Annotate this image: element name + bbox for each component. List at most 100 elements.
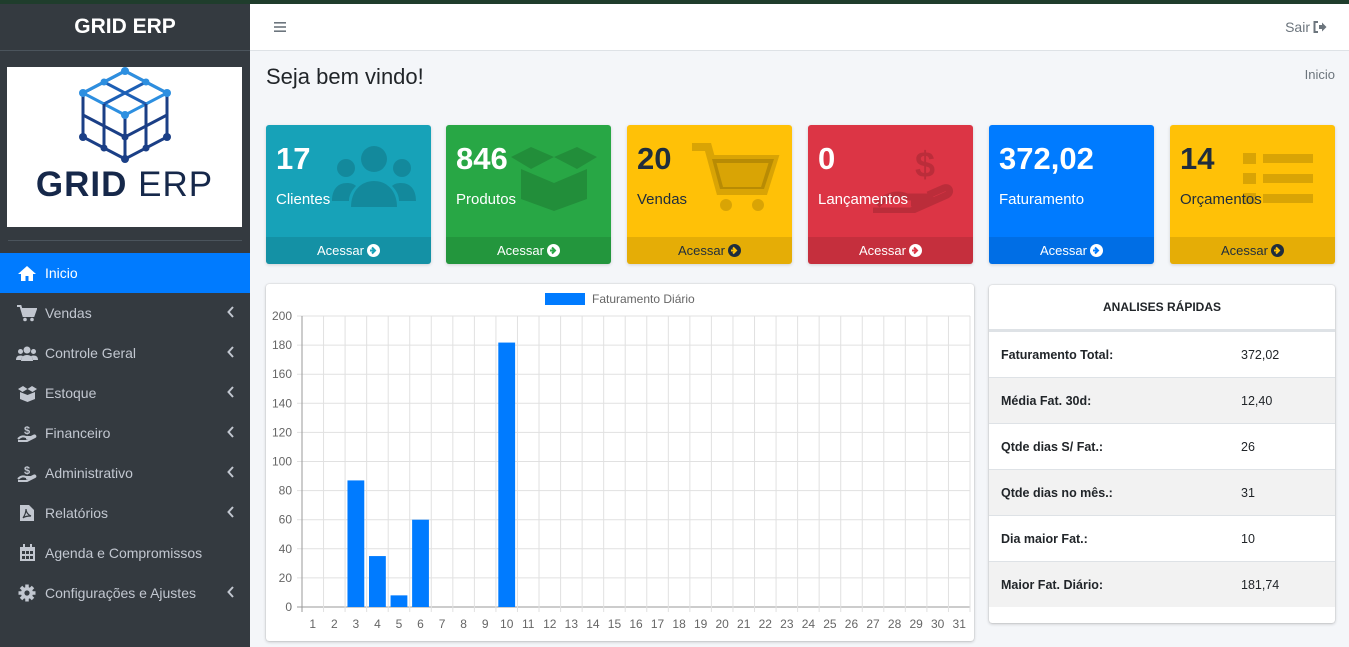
quick-analysis-value: 31: [1241, 485, 1255, 500]
stat-box-clientes: 17 Clientes Acessar: [266, 125, 431, 264]
stat-access-label: Acessar: [1221, 243, 1268, 258]
breadcrumb[interactable]: Inicio: [1305, 67, 1335, 82]
sidebar-item-configuracoes-e-ajustes[interactable]: Configurações e Ajustes: [0, 573, 250, 613]
sidebar-item-label: Administrativo: [45, 465, 133, 481]
x-tick-label: 30: [931, 617, 945, 631]
x-tick-label: 19: [694, 617, 708, 631]
chevron-left-icon[interactable]: [227, 346, 235, 358]
sidebar-item-inicio[interactable]: Inicio: [0, 253, 250, 293]
top-navbar: Sair: [250, 4, 1349, 51]
stat-access-link[interactable]: Acessar: [627, 237, 792, 264]
x-tick-label: 28: [888, 617, 902, 631]
chevron-left-icon[interactable]: [227, 426, 235, 438]
sidebar-item-estoque[interactable]: Estoque: [0, 373, 250, 413]
chevron-left-icon[interactable]: [227, 466, 235, 478]
main-content: Sair Seja bem vindo! Inicio 17 Clientes Ac…: [250, 4, 1349, 647]
quick-analysis-key: Faturamento Total:: [1001, 347, 1114, 362]
brand-title[interactable]: GRID ERP: [0, 4, 250, 51]
company-logo: GRID ERP: [7, 67, 242, 227]
chevron-left-icon[interactable]: [227, 386, 235, 398]
hamburger-menu-icon[interactable]: [274, 21, 286, 33]
quick-analysis-key: Qtde dias no mês.:: [1001, 485, 1113, 500]
y-tick-label: 60: [279, 513, 293, 527]
sidebar-item-label: Financeiro: [45, 425, 111, 441]
stat-box-produtos: 846 Produtos Acessar: [446, 125, 611, 264]
grid-cube-logo-icon: [78, 67, 171, 163]
legend-swatch: [545, 293, 585, 305]
quick-analysis-row: Qtde dias no mês.: 31: [989, 469, 1335, 515]
x-tick-label: 20: [716, 617, 730, 631]
bar-day-10: [498, 342, 516, 607]
stat-label: Clientes: [276, 191, 331, 208]
x-tick-label: 12: [543, 617, 557, 631]
sidebar-item-financeiro[interactable]: $ Financeiro: [0, 413, 250, 453]
stat-access-label: Acessar: [678, 243, 725, 258]
stat-value: 17: [276, 141, 311, 176]
x-tick-label: 10: [500, 617, 514, 631]
logout-button[interactable]: Sair: [1285, 19, 1327, 35]
stat-box-lancamentos: 0 Lançamentos $ Acessar: [808, 125, 973, 264]
x-tick-label: 6: [417, 617, 424, 631]
chevron-left-icon[interactable]: [227, 586, 235, 598]
daily-revenue-chart-card: 0 20 40 60 80 100 120 140 160 180 200 1 2 3 4 5 6 7 8 9 10 11…: [266, 284, 974, 641]
arrow-circle-right-icon: [1270, 244, 1284, 257]
daily-revenue-chart: 0204060801001201401601802001 2 3 4 5 6 7 8 9 10 11…: [272, 292, 971, 631]
x-tick-label: 7: [439, 617, 446, 631]
bar-day-4: [369, 556, 386, 607]
stat-value: 372,02: [999, 141, 1094, 176]
x-tick-label: 2: [331, 617, 338, 631]
x-tick-label: 9: [482, 617, 489, 631]
y-tick-label: 0: [285, 600, 292, 614]
stat-access-link[interactable]: Acessar: [446, 237, 611, 264]
stat-access-label: Acessar: [317, 243, 364, 258]
users-icon: [16, 344, 38, 362]
sidebar-item-label: Configurações e Ajustes: [45, 585, 196, 601]
stat-access-link[interactable]: Acessar: [989, 237, 1154, 264]
y-tick-label: 180: [272, 338, 292, 352]
y-tick-label: 80: [279, 484, 293, 498]
quick-analysis-key: Média Fat. 30d:: [1001, 393, 1092, 408]
sidebar-item-controle-geral[interactable]: Controle Geral: [0, 333, 250, 373]
x-tick-label: 25: [823, 617, 837, 631]
stat-value: 0: [818, 141, 836, 176]
chevron-left-icon[interactable]: [227, 506, 235, 518]
stat-label: Produtos: [456, 191, 517, 208]
y-tick-label: 20: [279, 571, 293, 585]
svg-text:$: $: [24, 465, 30, 477]
calendar-icon: [16, 544, 38, 562]
pdf-file-icon: [16, 504, 38, 522]
svg-text:$: $: [915, 144, 935, 185]
chevron-left-icon[interactable]: [227, 306, 235, 318]
stat-access-link[interactable]: Acessar: [808, 237, 973, 264]
x-tick-label: 11: [522, 617, 535, 631]
money-hand-icon: $: [16, 464, 38, 482]
quick-analysis-value: 181,74: [1241, 577, 1280, 592]
stat-access-link[interactable]: Acessar: [1170, 237, 1335, 264]
quick-analysis-value: 10: [1241, 531, 1255, 546]
x-tick-label: 14: [586, 617, 600, 631]
sidebar-item-label: Estoque: [45, 385, 97, 401]
logo-word-grid: GRID: [35, 165, 128, 204]
sidebar-item-label: Controle Geral: [45, 345, 137, 361]
stat-label: Vendas: [637, 191, 688, 208]
x-tick-label: 23: [780, 617, 794, 631]
logout-label: Sair: [1285, 19, 1310, 35]
stat-label: Faturamento: [999, 191, 1085, 208]
stat-box-vendas: 20 Vendas Acessar: [627, 125, 792, 264]
stat-access-link[interactable]: Acessar: [266, 237, 431, 264]
stat-box-orcamentos: 14 Orçamentos Acessar: [1170, 125, 1335, 264]
sidebar-item-label: Relatórios: [45, 505, 109, 521]
arrow-circle-right-icon: [1089, 244, 1103, 257]
sidebar-item-administrativo[interactable]: $ Administrativo: [0, 453, 250, 493]
y-tick-label: 160: [272, 367, 292, 381]
sidebar-item-agenda-e-compromissos[interactable]: Agenda e Compromissos: [0, 533, 250, 573]
sidebar-item-vendas[interactable]: Vendas: [0, 293, 250, 333]
x-tick-label: 13: [565, 617, 579, 631]
x-tick-label: 29: [909, 617, 923, 631]
y-tick-label: 100: [272, 455, 292, 469]
quick-analysis-key: Maior Fat. Diário:: [1001, 577, 1104, 592]
sidebar-item-label: Agenda e Compromissos: [45, 545, 203, 561]
box-open-icon: [509, 143, 599, 213]
sidebar-item-relatorios[interactable]: Relatórios: [0, 493, 250, 533]
legend-label: Faturamento Diário: [592, 292, 695, 306]
